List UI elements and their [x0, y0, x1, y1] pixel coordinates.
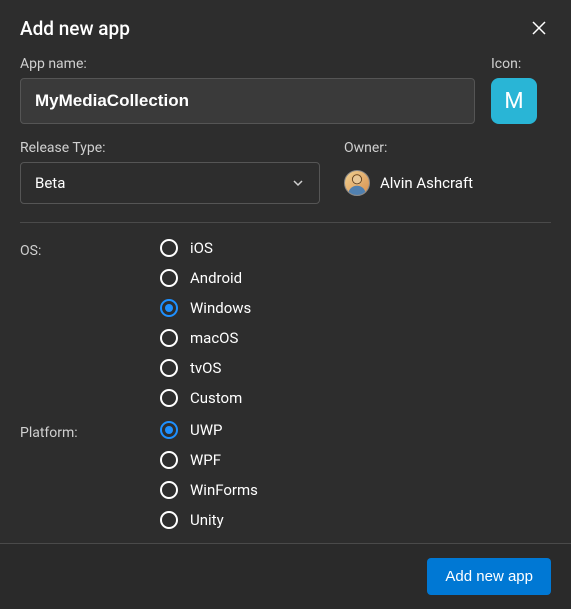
row-app-name-icon: App name: Icon: M	[20, 56, 551, 124]
icon-label: Icon:	[491, 56, 551, 72]
radio-icon	[160, 389, 178, 407]
app-name-field-group: App name:	[20, 56, 475, 124]
os-radio-android[interactable]: Android	[160, 269, 251, 287]
add-new-app-button[interactable]: Add new app	[427, 558, 551, 595]
radio-dot-icon	[165, 426, 173, 434]
release-type-value: Beta	[35, 174, 291, 192]
app-name-label: App name:	[20, 56, 475, 72]
radio-label: tvOS	[190, 359, 221, 377]
dialog-body: App name: Icon: M Release Type: Beta	[0, 48, 571, 543]
radio-label: macOS	[190, 329, 238, 347]
radio-label: UWP	[190, 421, 223, 439]
os-label: OS:	[20, 239, 160, 407]
release-type-field-group: Release Type: Beta	[20, 140, 320, 204]
dialog-header: Add new app	[0, 0, 571, 48]
platform-section: Platform: UWP WPF WinForms Unity	[20, 421, 551, 529]
os-radio-macos[interactable]: macOS	[160, 329, 251, 347]
owner-display[interactable]: Alvin Ashcraft	[344, 162, 551, 204]
chevron-down-icon	[291, 176, 305, 190]
radio-icon	[160, 421, 178, 439]
platform-radio-wpf[interactable]: WPF	[160, 451, 258, 469]
radio-icon	[160, 359, 178, 377]
icon-field-group: Icon: M	[491, 56, 551, 124]
radio-dot-icon	[165, 304, 173, 312]
owner-name: Alvin Ashcraft	[380, 174, 473, 192]
radio-icon	[160, 239, 178, 257]
app-icon-tile[interactable]: M	[491, 78, 537, 124]
os-radio-list: iOS Android Windows macOS tvOS Custom	[160, 239, 251, 407]
app-name-input[interactable]	[20, 78, 475, 124]
os-section: OS: iOS Android Windows macOS tvOS Custom	[20, 239, 551, 407]
os-radio-windows[interactable]: Windows	[160, 299, 251, 317]
dialog-title: Add new app	[20, 17, 130, 40]
platform-radio-list: UWP WPF WinForms Unity	[160, 421, 258, 529]
add-app-dialog: Add new app App name: Icon: M Release	[0, 0, 571, 605]
radio-icon	[160, 481, 178, 499]
dialog-footer: Add new app	[0, 543, 571, 609]
close-button[interactable]	[527, 16, 551, 40]
radio-label: WPF	[190, 451, 221, 469]
radio-icon	[160, 269, 178, 287]
os-radio-custom[interactable]: Custom	[160, 389, 251, 407]
os-radio-tvos[interactable]: tvOS	[160, 359, 251, 377]
os-radio-ios[interactable]: iOS	[160, 239, 251, 257]
radio-label: Android	[190, 269, 242, 287]
avatar-icon	[345, 170, 369, 196]
app-icon-letter: M	[504, 89, 523, 114]
radio-label: iOS	[190, 239, 213, 257]
radio-icon	[160, 329, 178, 347]
radio-icon	[160, 511, 178, 529]
owner-label: Owner:	[344, 140, 551, 156]
radio-label: Windows	[190, 299, 251, 317]
divider	[20, 222, 551, 223]
radio-label: Custom	[190, 389, 242, 407]
release-type-select[interactable]: Beta	[20, 162, 320, 204]
radio-icon	[160, 451, 178, 469]
owner-field-group: Owner: Alvin Ashcraft	[344, 140, 551, 204]
platform-label: Platform:	[20, 421, 160, 529]
radio-label: WinForms	[190, 481, 258, 499]
owner-avatar	[344, 170, 370, 196]
close-icon	[531, 20, 547, 36]
platform-radio-unity[interactable]: Unity	[160, 511, 258, 529]
radio-label: Unity	[190, 511, 224, 529]
platform-radio-uwp[interactable]: UWP	[160, 421, 258, 439]
platform-radio-winforms[interactable]: WinForms	[160, 481, 258, 499]
row-release-owner: Release Type: Beta Owner:	[20, 140, 551, 204]
radio-icon	[160, 299, 178, 317]
release-type-label: Release Type:	[20, 140, 320, 156]
